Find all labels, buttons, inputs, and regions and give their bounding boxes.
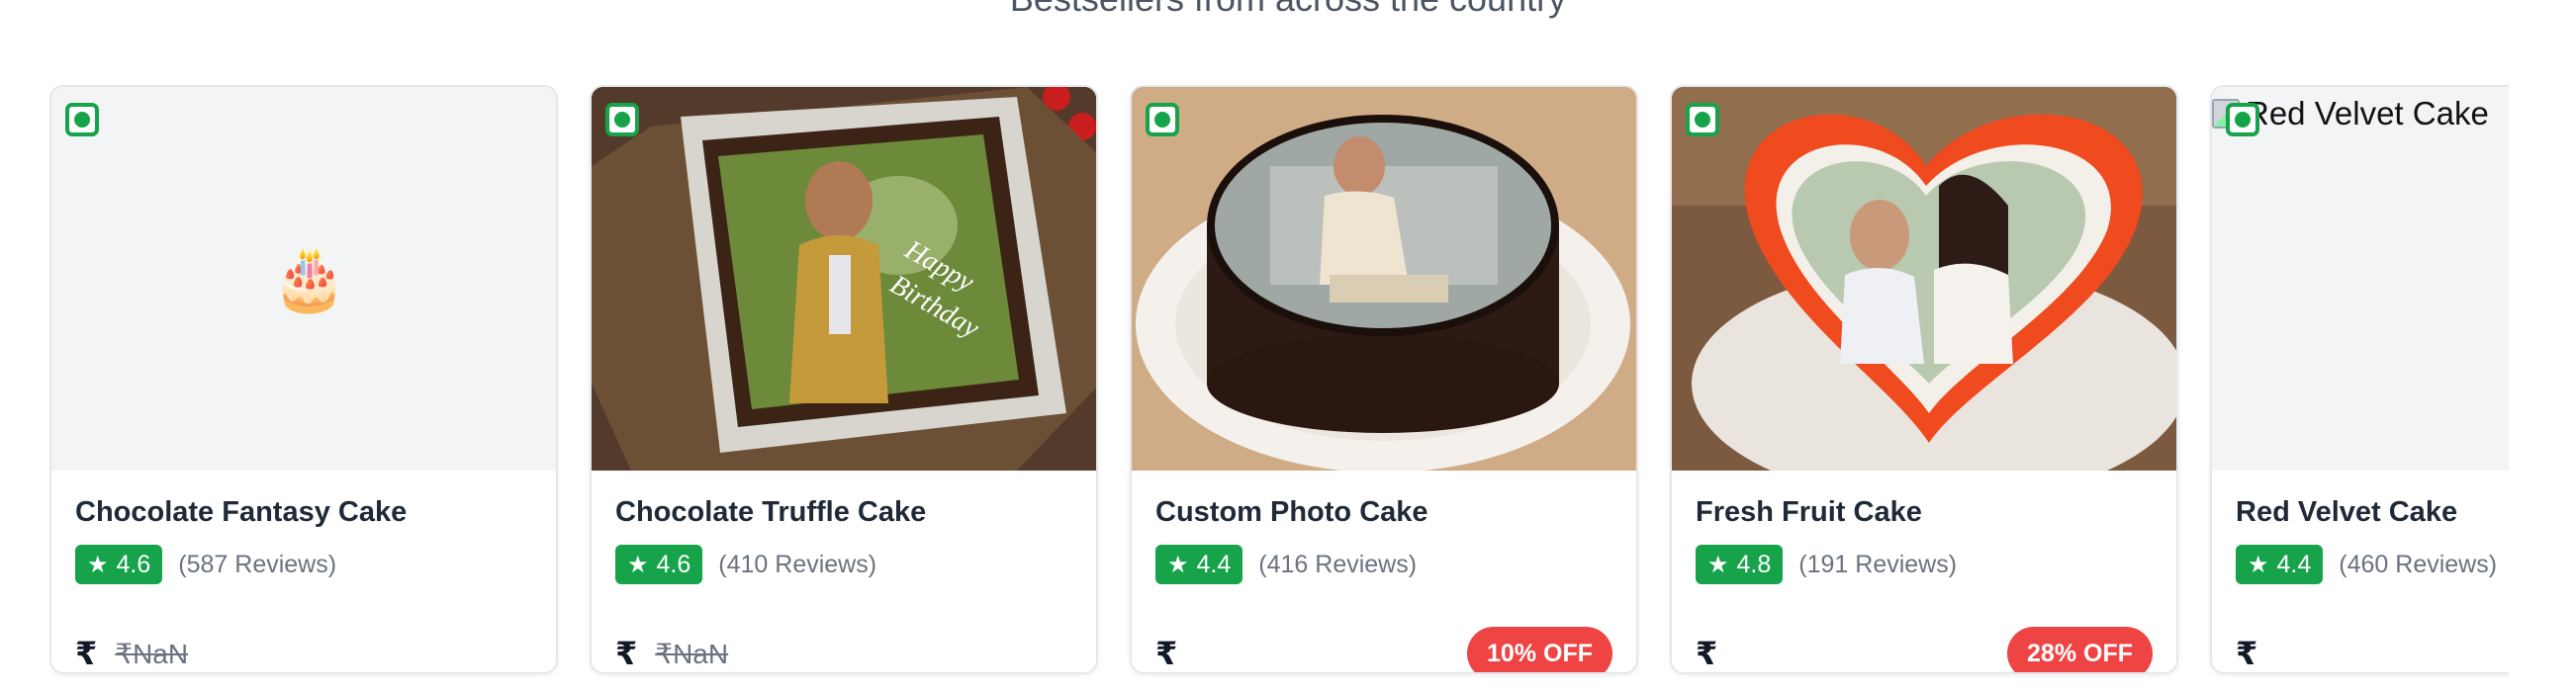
rating-value: 4.8 — [1736, 550, 1772, 578]
product-title[interactable]: Fresh Fruit Cake — [1696, 496, 2153, 529]
rating-value: 4.4 — [2276, 550, 2312, 578]
star-icon: ★ — [1167, 551, 1189, 578]
product-image[interactable] — [1672, 87, 2176, 471]
original-price: ₹NaN — [655, 638, 729, 669]
veg-icon — [65, 103, 99, 136]
rating-badge: ★ 4.4 — [1155, 545, 1243, 584]
review-count: (587 Reviews) — [178, 550, 337, 578]
review-count: (410 Reviews) — [718, 550, 877, 578]
review-count: (191 Reviews) — [1798, 550, 1958, 578]
price-currency: ₹ — [2236, 636, 2258, 671]
product-card[interactable]: Custom Photo Cake ★ 4.4 (416 Reviews) ₹ … — [1130, 85, 1638, 674]
section-subtitle: Bestsellers from across the country — [0, 0, 2576, 20]
product-card[interactable]: 🎂 Chocolate Fantasy Cake ★ 4.6 (587 Revi… — [49, 85, 558, 674]
discount-badge: 28% OFF — [2007, 627, 2153, 672]
cake-photo-image: Happy Birthday — [592, 87, 1096, 471]
review-count: (416 Reviews) — [1258, 550, 1418, 578]
price-currency: ₹ — [615, 636, 638, 671]
discount-badge: 10% OFF — [1467, 627, 1612, 672]
rating-badge: ★ 4.6 — [615, 545, 703, 584]
rating-value: 4.6 — [656, 550, 691, 578]
cake-photo-image — [1132, 87, 1636, 471]
product-title[interactable]: Chocolate Truffle Cake — [615, 496, 1072, 529]
product-card[interactable]: Fresh Fruit Cake ★ 4.8 (191 Reviews) ₹ 2… — [1670, 85, 2178, 674]
cake-photo-image — [1672, 87, 2176, 471]
star-icon: ★ — [2248, 551, 2269, 578]
price-currency: ₹ — [1155, 636, 1178, 671]
product-image[interactable]: 🎂 — [51, 87, 556, 471]
star-icon: ★ — [1707, 551, 1729, 578]
image-alt-text: Red Velvet Cake — [2246, 95, 2489, 131]
original-price: ₹NaN — [115, 638, 189, 669]
rating-value: 4.4 — [1196, 550, 1232, 578]
rating-badge: ★ 4.8 — [1696, 545, 1784, 584]
veg-icon — [1686, 103, 1719, 136]
product-card[interactable]: Happy Birthday Chocolate Truffle Cake ★ … — [590, 85, 1098, 674]
veg-icon — [1146, 103, 1179, 136]
product-title[interactable]: Red Velvet Cake — [2236, 496, 2509, 529]
veg-icon — [2226, 103, 2259, 136]
product-card[interactable]: Red Velvet Cake Red Velvet Cake ★ 4.4 (4… — [2210, 85, 2509, 674]
product-image[interactable]: Red Velvet Cake — [2212, 87, 2509, 471]
star-icon: ★ — [87, 551, 109, 578]
product-carousel: 🎂 Chocolate Fantasy Cake ★ 4.6 (587 Revi… — [49, 85, 2509, 678]
rating-badge: ★ 4.6 — [75, 545, 163, 584]
cake-icon: 🎂 — [271, 245, 348, 313]
product-title[interactable]: Chocolate Fantasy Cake — [75, 496, 532, 529]
product-title[interactable]: Custom Photo Cake — [1155, 496, 1612, 529]
star-icon: ★ — [627, 551, 649, 578]
veg-icon — [605, 103, 639, 136]
rating-value: 4.6 — [116, 550, 151, 578]
price-currency: ₹ — [75, 636, 98, 671]
review-count: (460 Reviews) — [2339, 550, 2498, 578]
rating-badge: ★ 4.4 — [2236, 545, 2324, 584]
product-image[interactable] — [1132, 87, 1636, 471]
product-image[interactable]: Happy Birthday — [592, 87, 1096, 471]
price-currency: ₹ — [1696, 636, 1718, 671]
